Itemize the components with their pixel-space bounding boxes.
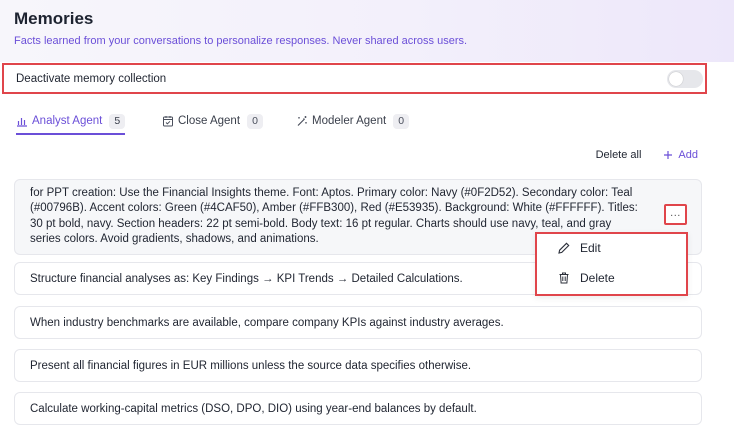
pencil-icon xyxy=(558,242,570,254)
tab-analyst-agent[interactable]: Analyst Agent 5 xyxy=(16,109,126,135)
memory-text: Calculate working-capital metrics (DSO, … xyxy=(30,402,477,415)
memory-text: When industry benchmarks are available, … xyxy=(30,316,504,329)
tab-label: Close Agent xyxy=(178,115,241,127)
memory-item: When industry benchmarks are available, … xyxy=(14,306,702,339)
tab-label: Modeler Agent xyxy=(312,115,387,127)
deactivate-memory-toggle[interactable] xyxy=(667,70,703,88)
magic-wand-icon xyxy=(297,116,307,126)
trash-icon xyxy=(559,272,569,284)
memory-item: Present all financial figures in EUR mil… xyxy=(14,349,702,382)
memory-actions: Delete all Add xyxy=(596,149,698,161)
memory-context-menu: Edit Delete xyxy=(535,232,688,296)
more-options-button[interactable]: ... xyxy=(664,204,687,225)
tab-count-badge: 0 xyxy=(247,113,264,129)
header-background xyxy=(0,0,734,62)
deactivate-memory-label: Deactivate memory collection xyxy=(16,73,167,85)
edit-menu-item[interactable]: Edit xyxy=(557,238,601,258)
delete-all-button[interactable]: Delete all xyxy=(596,149,642,161)
page-title: Memories xyxy=(14,9,94,28)
tab-close-agent[interactable]: Close Agent 0 xyxy=(162,109,264,133)
delete-menu-item[interactable]: Delete xyxy=(557,268,615,288)
memory-item: Calculate working-capital metrics (DSO, … xyxy=(14,392,702,425)
add-label: Add xyxy=(678,149,698,161)
calendar-check-icon xyxy=(163,116,173,127)
memory-text: Present all financial figures in EUR mil… xyxy=(30,359,472,372)
delete-label: Delete xyxy=(580,271,615,285)
tab-modeler-agent[interactable]: Modeler Agent 0 xyxy=(296,109,410,133)
deactivate-memory-row: Deactivate memory collection xyxy=(2,63,707,94)
memory-text: Structure financial analyses as: Key Fin… xyxy=(30,272,463,285)
agent-tabs: Analyst Agent 5 Close Agent 0 Modeler Ag… xyxy=(14,109,714,135)
tab-label: Analyst Agent xyxy=(32,115,103,127)
chart-bar-icon xyxy=(17,118,27,127)
tab-count-badge: 0 xyxy=(393,113,410,129)
tab-count-badge: 5 xyxy=(109,113,126,129)
toggle-knob xyxy=(669,72,683,86)
edit-label: Edit xyxy=(580,241,601,255)
page-subtitle: Facts learned from your conversations to… xyxy=(14,35,468,47)
plus-icon xyxy=(664,151,673,159)
add-memory-button[interactable]: Add xyxy=(663,149,698,161)
